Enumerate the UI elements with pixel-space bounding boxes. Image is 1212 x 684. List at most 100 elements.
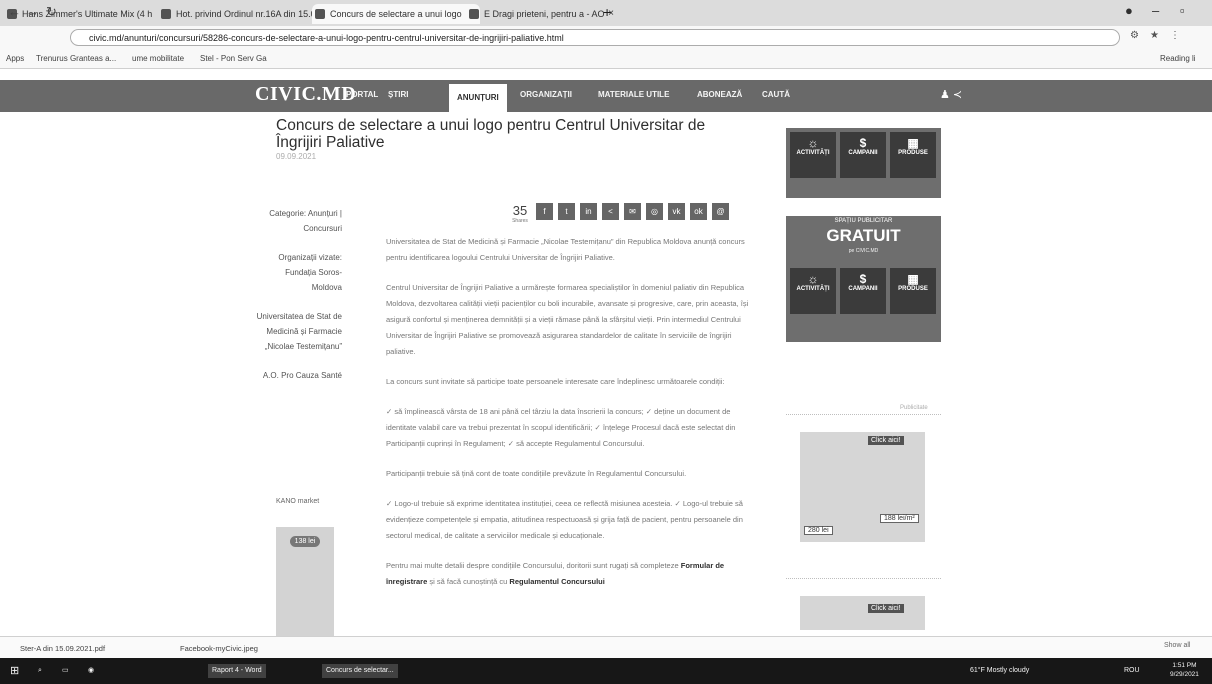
profile-icon[interactable]: ●	[1125, 3, 1133, 18]
ad-card-label: ACTIVITĂȚI	[796, 150, 830, 156]
article-paragraph: Universitatea de Stat de Medicină și Far…	[386, 237, 745, 262]
reload-icon[interactable]: ↻	[46, 4, 57, 20]
twitter-share-button[interactable]: t	[558, 203, 575, 220]
right-ad-1[interactable]: ☼ ACTIVITĂȚI $ CAMPANII ▦ PRODUSE	[786, 128, 941, 198]
bookmark-apps[interactable]: Apps	[6, 54, 24, 63]
extension-icon[interactable]: ⚙	[1130, 30, 1139, 41]
email-icon[interactable]: @	[712, 203, 729, 220]
task-view-icon[interactable]: ▭	[62, 664, 69, 678]
search-icon[interactable]: ⌕	[38, 664, 42, 678]
menu-icon[interactable]: ⋮	[1170, 30, 1180, 41]
civic-icon	[315, 9, 325, 19]
ad-card-campanii[interactable]: $ CAMPANII	[840, 268, 886, 314]
facebook-icon	[469, 9, 479, 19]
share-count-label: Shares	[512, 218, 528, 224]
ad-card-label: CAMPANII	[848, 286, 878, 292]
article-title: Concurs de selectare a unui logo pentru …	[276, 117, 706, 151]
box-icon: ▦	[907, 272, 919, 286]
windows-start-icon[interactable]: ⊞	[10, 664, 19, 678]
nav-materiale-utile[interactable]: MATERIALE UTILE	[598, 90, 669, 99]
downloads-bar: Ster-A din 15.09.2021.pdf Facebook-myCiv…	[0, 636, 1212, 659]
browser-tab-4[interactable]: E Dragi prieteni, pentru a - AO ×	[466, 4, 618, 24]
ad-card-label: ACTIVITĂȚI	[796, 286, 830, 292]
meta-category[interactable]: Categorie: Anunțuri | Concursuri	[255, 206, 342, 236]
kano-market-logo: KANO market	[276, 498, 320, 505]
dollar-icon: $	[859, 136, 867, 150]
share-button[interactable]: <	[602, 203, 619, 220]
browser-tab-3[interactable]: Concurs de selectare a unui logo×	[312, 4, 480, 24]
user-share-icon[interactable]: ♟ ≺	[940, 88, 962, 101]
share-count: 35 Shares	[506, 203, 534, 224]
vk-share-button[interactable]: vk	[668, 203, 685, 220]
show-all-downloads[interactable]: Show all	[1164, 642, 1190, 649]
article-closing: Pentru mai multe detalii despre condiții…	[386, 558, 754, 590]
article-paragraph: La concurs sunt invitate să participe to…	[386, 377, 725, 386]
bookmark-1[interactable]: Trenurus Granteas a...	[36, 54, 116, 63]
maximize-icon[interactable]: ▫	[1180, 3, 1185, 18]
bookmarks-bar: Apps Trenurus Granteas a... ume mobilita…	[0, 50, 1212, 69]
closing-text: Pentru mai multe detalii despre condiții…	[386, 561, 681, 570]
ad-card-produse[interactable]: ▦ PRODUSE	[890, 132, 936, 178]
download-item-pdf[interactable]: Ster-A din 15.09.2021.pdf	[20, 644, 105, 653]
nav-stiri[interactable]: ȘTIRI	[388, 90, 408, 99]
nav-cauta[interactable]: CAUTĂ	[762, 90, 790, 99]
email-share-button[interactable]: ✉	[624, 203, 641, 220]
ad-card-activitati[interactable]: ☼ ACTIVITĂȚI	[790, 132, 836, 178]
back-icon[interactable]: ←	[8, 4, 21, 19]
meta-organization[interactable]: A.O. Pro Cauza Santé	[255, 368, 342, 383]
left-ad-price: 138 lei	[290, 536, 320, 547]
language-indicator[interactable]: ROU	[1124, 664, 1140, 678]
meta-organization[interactable]: Organizații vizate: Fundația Soros-Moldo…	[255, 250, 342, 295]
taskbar-word[interactable]: Raport 4 - Word	[208, 664, 266, 678]
browser-tab-2[interactable]: Hot. privind Ordinul nr.16A din 15.0×	[158, 4, 326, 24]
ad-section-label: Publicitate	[900, 405, 928, 411]
article-body: Universitatea de Stat de Medicină și Far…	[386, 234, 754, 604]
dollar-icon: $	[859, 272, 867, 286]
reading-list[interactable]: Reading li	[1160, 54, 1196, 63]
share-count-value: 35	[512, 203, 528, 218]
nav-aboneaza[interactable]: ABONEAZĂ	[697, 90, 742, 99]
nav-anunturi[interactable]: ANUNȚURI	[449, 84, 507, 112]
article-meta: Categorie: Anunțuri | Concursuri Organiz…	[255, 206, 342, 397]
article-paragraph: Centrul Universitar de Îngrijiri Paliati…	[386, 283, 749, 356]
nav-organizatii[interactable]: ORGANIZAȚII	[520, 90, 572, 99]
article-paragraph: ✓ să împlinească vârsta de 18 ani până c…	[386, 407, 736, 448]
click-here-label[interactable]: Click aici!	[868, 436, 904, 445]
viber-share-button[interactable]: ◎	[646, 203, 663, 220]
bookmark-3[interactable]: Stel - Pon Serv Ga	[200, 54, 267, 63]
promo-heading: SPAȚIU PUBLICITAR	[834, 218, 893, 224]
clock-date: 9/29/2021	[1170, 671, 1199, 678]
new-tab-button[interactable]: +	[603, 4, 611, 20]
windows-taskbar: ⊞ ⌕ ▭ ◉ Raport 4 - Word Concurs de selec…	[0, 658, 1212, 684]
url-input[interactable]: civic.md/anunturi/concursuri/58286-concu…	[70, 29, 1120, 46]
forward-icon[interactable]: →	[26, 4, 39, 19]
bookmark-2[interactable]: ume mobilitate	[132, 54, 184, 63]
tab-label: E Dragi prieteni, pentru a - AO	[484, 9, 605, 19]
meta-organization[interactable]: Universitatea de Stat de Medicină și Far…	[255, 309, 342, 354]
minimize-icon[interactable]: –	[1152, 3, 1159, 18]
taskbar-chrome-window[interactable]: Concurs de selectar...	[322, 664, 398, 678]
regulation-link[interactable]: Regulamentul Concursului	[509, 577, 604, 586]
document-icon	[161, 9, 171, 19]
kano-ad-2[interactable]: Click aici!	[800, 596, 925, 630]
star-icon[interactable]: ★	[1150, 30, 1159, 41]
chrome-icon[interactable]: ◉	[88, 664, 94, 678]
promo-title: GRATUIT	[826, 226, 901, 245]
promo-subtitle: pe CIVIC.MD	[848, 248, 879, 254]
article-paragraph: Participanții trebuie să țină cont de to…	[386, 469, 687, 478]
clock-time: 1:51 PM	[1172, 662, 1197, 669]
kano-ad-1[interactable]: Click aici! 280 lei 188 lei/m²	[800, 432, 925, 542]
weather-widget[interactable]: 61°F Mostly cloudy	[970, 664, 1029, 678]
linkedin-share-button[interactable]: in	[580, 203, 597, 220]
download-item-jpeg[interactable]: Facebook-myCivic.jpeg	[180, 644, 258, 653]
system-clock[interactable]: 1:51 PM 9/29/2021	[1170, 661, 1199, 679]
ad-card-activitati[interactable]: ☼ ACTIVITĂȚI	[790, 268, 836, 314]
ok-share-button[interactable]: ok	[690, 203, 707, 220]
click-here-label[interactable]: Click aici!	[868, 604, 904, 613]
bulb-icon: ☼	[807, 272, 819, 286]
nav-portal[interactable]: PORTAL	[346, 90, 378, 99]
ad-card-campanii[interactable]: $ CAMPANII	[840, 132, 886, 178]
site-logo[interactable]: CIVIC.MD	[255, 83, 356, 106]
facebook-share-button[interactable]: f	[536, 203, 553, 220]
ad-card-produse[interactable]: ▦ PRODUSE	[890, 268, 936, 314]
